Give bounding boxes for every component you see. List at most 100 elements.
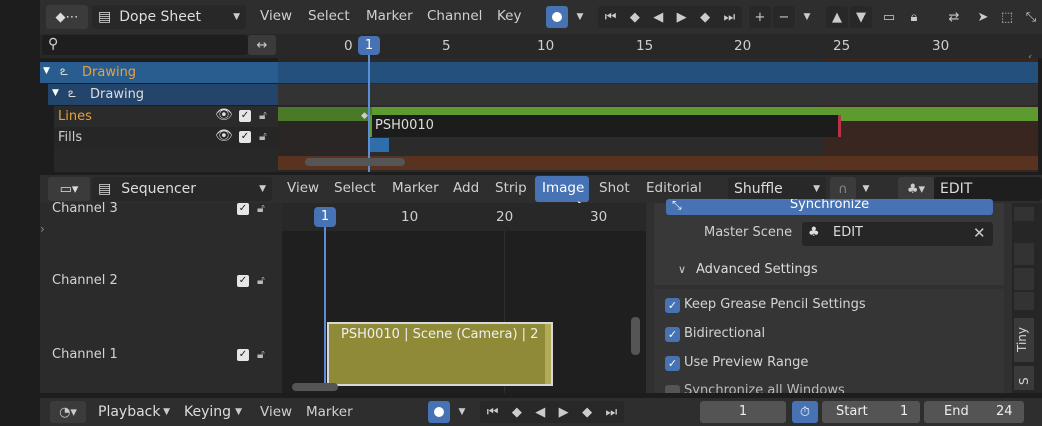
dopesheet-playhead-handle[interactable]: 1 — [358, 36, 380, 55]
jump-end-icon[interactable]: ⏭ — [606, 405, 618, 420]
synchronize-button[interactable]: Synchronize — [666, 199, 993, 215]
expand-icon[interactable]: ▼ — [43, 66, 50, 76]
chevron-right-icon[interactable]: › — [40, 222, 45, 236]
snap-button[interactable]: ∩ — [830, 177, 856, 201]
keyframe-diamond-icon[interactable]: ◆ — [361, 111, 368, 121]
remove-marker-button[interactable]: − — [773, 6, 795, 28]
seq-h-scrollbar[interactable] — [292, 383, 338, 391]
bidirectional-checkbox[interactable]: ✓ — [665, 327, 680, 342]
dopesheet-menu-marker[interactable]: Marker — [366, 8, 413, 24]
seq-menu-view[interactable]: View — [287, 180, 319, 196]
seq-menu-strip[interactable]: Strip — [495, 180, 527, 196]
channel-row-data[interactable] — [48, 84, 278, 105]
lock-icon[interactable]: 🔓︎ — [259, 129, 267, 144]
blue-keyframe-block[interactable] — [369, 138, 389, 152]
dopesheet-search-input[interactable]: ⚲ — [42, 35, 248, 55]
eye-icon[interactable]: 👁︎ — [215, 107, 233, 123]
scene-selector-button[interactable]: ♣▾ — [898, 177, 934, 201]
next-keyframe-icon[interactable]: ◆ — [582, 405, 592, 420]
lock-button[interactable]: 🔒︎ — [903, 6, 925, 28]
jump-start-icon[interactable]: ⏮ — [605, 10, 617, 25]
dopesheet-menu-view[interactable]: View — [260, 8, 292, 24]
dopesheet-menu-channel[interactable]: Channel — [427, 8, 482, 24]
strip-right-handle[interactable] — [545, 324, 551, 384]
start-frame-field[interactable]: Start 1 — [822, 401, 920, 423]
seq-menu-marker[interactable]: Marker — [392, 180, 439, 196]
sidebar-tab-1[interactable] — [1014, 207, 1034, 221]
move-up-button[interactable]: ▲ — [826, 6, 848, 28]
seq-menu-image[interactable]: Image — [542, 180, 584, 196]
sidebar-tab-s[interactable]: S — [1014, 366, 1034, 390]
channel-2-checkbox[interactable]: ✓ — [237, 275, 249, 287]
keep-gp-settings-checkbox[interactable]: ✓ — [665, 298, 680, 313]
shuffle-dropdown[interactable]: Shuffle ▼ — [728, 177, 826, 201]
prev-keyframe-icon[interactable]: ◆ — [512, 405, 522, 420]
seq-editor-type-button[interactable]: ▭▾ — [48, 177, 90, 201]
select-tool-button[interactable]: ➤ — [972, 6, 994, 28]
scene-name-field[interactable]: EDIT — [934, 177, 1042, 201]
seq-menu-shot[interactable]: Shot — [599, 180, 630, 196]
eye-icon[interactable]: 👁︎ — [215, 128, 233, 144]
timeline-record-options[interactable]: ▼ — [451, 401, 473, 423]
current-frame-field[interactable]: 1 — [700, 401, 786, 423]
jump-start-icon[interactable]: ⏮ — [487, 405, 499, 420]
sidebar-tab-2[interactable] — [1014, 243, 1034, 265]
master-scene-field[interactable] — [802, 222, 993, 246]
seq-menu-add[interactable]: Add — [453, 180, 479, 196]
channel-3-checkbox[interactable]: ✓ — [237, 203, 249, 215]
jump-end-icon[interactable]: ⏭ — [724, 10, 736, 25]
add-marker-button[interactable]: + — [749, 6, 771, 28]
prev-keyframe-icon[interactable]: ◆ — [630, 10, 640, 25]
end-frame-field[interactable]: End 24 — [924, 401, 1024, 423]
sidebar-tab-tiny[interactable]: Tiny — [1014, 318, 1034, 362]
seq-playhead-line[interactable] — [324, 224, 326, 389]
sidebar-tab-4[interactable] — [1014, 292, 1034, 310]
dopesheet-playhead-line[interactable] — [368, 55, 370, 172]
sequencer-mode-dropdown[interactable]: ▤ Sequencer ▼ — [92, 177, 272, 201]
timeline-menu-view[interactable]: View — [260, 404, 292, 420]
timeline-editor-button[interactable]: ◔▾ — [50, 401, 86, 423]
chevron-down-icon[interactable]: ∨ — [678, 263, 686, 276]
lock-icon[interactable]: 🔓︎ — [257, 273, 265, 288]
channel-1-checkbox[interactable]: ✓ — [237, 349, 249, 361]
next-keyframe-icon[interactable]: ◆ — [700, 10, 710, 25]
channel-row-object[interactable] — [40, 62, 278, 83]
more-tools-button[interactable]: ⤡ — [1020, 6, 1042, 28]
record-button[interactable] — [546, 6, 568, 28]
lock-icon[interactable]: 🔓︎ — [257, 201, 265, 216]
keying-menu[interactable]: Keying ▼ — [178, 401, 248, 423]
play-reverse-icon[interactable]: ◀ — [535, 405, 545, 420]
seq-playhead-handle[interactable]: 1 — [314, 207, 336, 227]
marker-options-button[interactable]: ▼ — [797, 6, 817, 28]
timeline-menu-marker[interactable]: Marker — [306, 404, 353, 420]
playback-menu[interactable]: Playback ▼ — [92, 401, 176, 423]
lock-icon[interactable]: 🔓︎ — [257, 347, 265, 362]
preview-range-button[interactable]: ⏱ — [792, 401, 818, 423]
shot-strip[interactable] — [369, 115, 841, 137]
sync-all-windows-checkbox[interactable] — [665, 385, 680, 393]
layer-checkbox[interactable]: ✓ — [239, 131, 251, 143]
layer-checkbox[interactable]: ✓ — [239, 110, 251, 122]
swap-filter-button[interactable]: ↔ — [248, 35, 276, 55]
clear-icon[interactable]: ✕ — [973, 224, 986, 242]
seq-menu-editorial[interactable]: Editorial — [646, 180, 702, 196]
move-down-button[interactable]: ▼ — [850, 6, 872, 28]
dopesheet-menu-select[interactable]: Select — [308, 8, 350, 24]
record-options-button[interactable]: ▼ — [569, 6, 591, 28]
snap-options-button[interactable]: ▼ — [856, 177, 876, 201]
dopesheet-h-scrollbar[interactable] — [305, 158, 405, 166]
play-icon[interactable]: ▶ — [559, 405, 569, 420]
expand-icon[interactable]: ▼ — [52, 88, 59, 98]
dopesheet-mode-dropdown[interactable]: ▤ Dope Sheet ▼ — [92, 5, 246, 29]
display-button[interactable]: ▭ — [878, 6, 900, 28]
sync-arrows-button[interactable]: ⇄ — [942, 6, 966, 28]
dopesheet-menu-key[interactable]: Key — [497, 8, 521, 24]
use-preview-range-checkbox[interactable]: ✓ — [665, 356, 680, 371]
sidebar-tab-3[interactable] — [1014, 268, 1034, 290]
editor-type-button[interactable]: ◆⋯ — [46, 5, 88, 29]
box-select-button[interactable]: ⬚ — [996, 6, 1018, 28]
advanced-settings-label[interactable]: Advanced Settings — [696, 262, 818, 277]
timeline-record-button[interactable] — [428, 401, 450, 423]
play-icon[interactable]: ▶ — [677, 10, 687, 25]
seq-menu-select[interactable]: Select — [334, 180, 376, 196]
